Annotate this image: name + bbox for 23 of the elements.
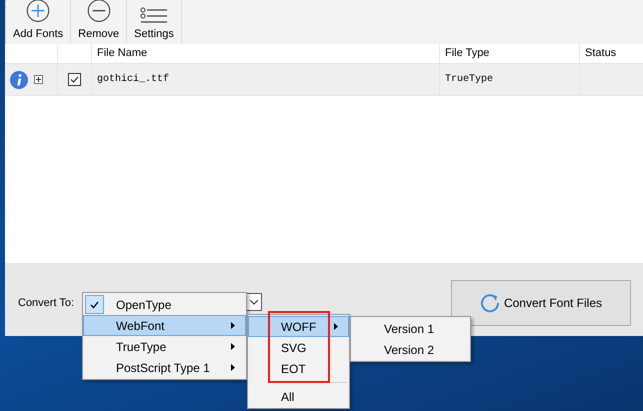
- menu-item[interactable]: TrueType: [83, 336, 246, 357]
- column-header[interactable]: File Name: [91, 44, 439, 63]
- highlight-frame: [268, 311, 330, 383]
- convert-button[interactable]: Convert Font Files: [451, 280, 631, 326]
- expand-icon[interactable]: [34, 75, 43, 84]
- menu-item[interactable]: OpenType: [83, 294, 246, 315]
- menu-item[interactable]: PostScript Type 1: [83, 357, 246, 378]
- menu-item[interactable]: Version 2: [351, 339, 470, 360]
- checkbox[interactable]: [68, 73, 81, 86]
- file-name: gothici_.ttf: [97, 74, 170, 85]
- menu-item[interactable]: EOT: [248, 358, 349, 379]
- menu-item[interactable]: WebFont: [83, 315, 246, 336]
- list-icon: [140, 7, 168, 25]
- chevron-icon: [250, 300, 258, 304]
- info-icon[interactable]: [10, 70, 28, 88]
- column-header[interactable]: Status: [579, 44, 643, 63]
- menu-item[interactable]: SVG: [248, 337, 349, 358]
- column-header[interactable]: File Type: [439, 44, 579, 63]
- menu-item[interactable]: All: [248, 386, 349, 407]
- refresh-icon: [480, 293, 500, 313]
- convert-to-label: Convert To:: [18, 297, 74, 309]
- menu-item[interactable]: WOFF: [248, 316, 349, 337]
- file-type: TrueType: [445, 74, 494, 85]
